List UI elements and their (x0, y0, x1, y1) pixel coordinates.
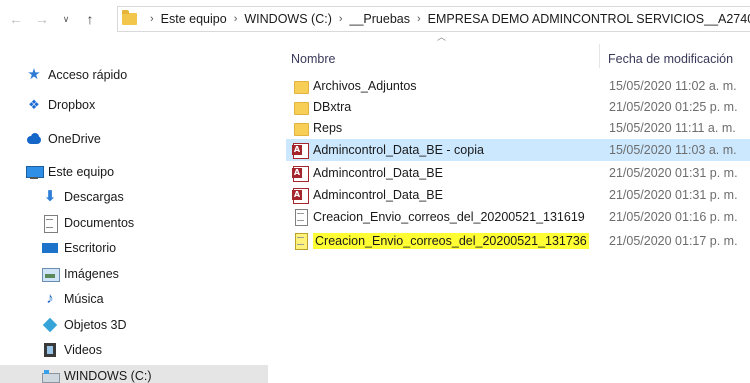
file-name-highlighted: Creacion_Envio_correos_del_20200521_1317… (313, 233, 589, 249)
breadcrumb-este-equipo[interactable]: Este equipo (161, 12, 227, 26)
navigation-pane: ★ Acceso rápido ❖ Dropbox OneDrive Este … (0, 40, 283, 383)
nav-item-label: Acceso rápido (48, 68, 128, 82)
breadcrumb-separator-icon[interactable]: › (417, 13, 421, 25)
breadcrumb-pruebas[interactable]: __Pruebas (350, 12, 410, 26)
downloads-icon: ⬇ (43, 188, 57, 205)
dropbox-icon: ❖ (28, 97, 40, 112)
file-date: 21/05/2020 01:16 p. m. (609, 210, 738, 224)
forward-arrow-icon[interactable]: → (34, 10, 50, 28)
folder-icon (292, 120, 309, 136)
file-row[interactable]: Creacion_Envio_correos_del_20200521_1317… (286, 230, 750, 252)
text-file-icon (292, 233, 308, 250)
breadcrumb-separator-icon[interactable]: › (150, 13, 154, 25)
access-database-icon (292, 165, 309, 182)
file-row-selected[interactable]: Admincontrol_Data_BE - copia 15/05/2020 … (286, 139, 750, 161)
address-row: ← → ∨ ↑ › Este equipo › WINDOWS (C:) › _… (0, 0, 750, 40)
nav-item-imagenes[interactable]: Imágenes (0, 263, 268, 285)
breadcrumb-empresa-demo[interactable]: EMPRESA DEMO ADMINCONTROL SERVICIOS__A27… (428, 12, 750, 26)
file-row[interactable]: Admincontrol_Data_BE 21/05/2020 01:31 p.… (286, 162, 750, 184)
quick-access-star-icon: ★ (27, 66, 41, 83)
nav-item-videos[interactable]: Videos (0, 339, 268, 361)
column-header-name[interactable]: Nombre (291, 52, 335, 66)
nav-item-quick-access[interactable]: ★ Acceso rápido (0, 64, 268, 86)
desktop-icon (42, 240, 58, 256)
file-row[interactable]: Archivos_Adjuntos 15/05/2020 11:02 a. m. (286, 75, 750, 97)
file-row[interactable]: Reps 15/05/2020 11:11 a. m. (286, 117, 750, 139)
nav-item-descargas[interactable]: ⬇ Descargas (0, 186, 268, 208)
nav-item-label: Este equipo (48, 165, 115, 179)
file-date: 15/05/2020 11:11 a. m. (609, 121, 736, 135)
file-name: Archivos_Adjuntos (313, 79, 417, 93)
nav-item-label: OneDrive (48, 132, 101, 146)
folder-icon (122, 10, 137, 25)
nav-item-label: WINDOWS (C:) (64, 369, 152, 383)
file-date: 15/05/2020 11:02 a. m. (609, 79, 737, 93)
file-name: Admincontrol_Data_BE (313, 188, 443, 202)
file-row[interactable]: DBxtra 21/05/2020 01:25 p. m. (286, 96, 750, 118)
folder-icon (292, 99, 309, 115)
breadcrumb-separator-icon[interactable]: › (234, 13, 238, 25)
drive-icon (42, 368, 60, 383)
file-date: 15/05/2020 11:03 a. m. (609, 143, 737, 157)
file-name: Creacion_Envio_correos_del_20200521_1316… (313, 210, 585, 224)
back-arrow-icon[interactable]: ← (8, 10, 24, 28)
this-pc-icon (26, 164, 44, 180)
breadcrumb-separator-icon[interactable]: › (339, 13, 343, 25)
nav-item-label: Dropbox (48, 98, 96, 112)
recent-locations-chevron-icon[interactable]: ∨ (58, 10, 74, 28)
nav-item-documentos[interactable]: Documentos (0, 212, 268, 234)
nav-item-este-equipo[interactable]: Este equipo (0, 161, 268, 183)
videos-icon (42, 342, 58, 358)
sort-ascending-caret-icon: ︿ (437, 32, 447, 42)
access-database-icon (292, 142, 309, 159)
file-row[interactable]: Admincontrol_Data_BE 21/05/2020 01:31 p.… (286, 184, 750, 206)
breadcrumb-windows-c[interactable]: WINDOWS (C:) (244, 12, 331, 26)
file-date: 21/05/2020 01:31 p. m. (609, 166, 738, 180)
nav-item-musica[interactable]: ♪ Música (0, 288, 268, 310)
file-date: 21/05/2020 01:17 p. m. (609, 234, 738, 248)
3d-objects-icon (42, 317, 58, 333)
nav-item-label: Imágenes (64, 267, 119, 281)
file-name: Admincontrol_Data_BE - copia (313, 143, 484, 157)
nav-item-objetos-3d[interactable]: Objetos 3D (0, 314, 268, 336)
music-icon: ♪ (46, 290, 54, 307)
nav-item-label: Música (64, 292, 104, 306)
nav-item-escritorio[interactable]: Escritorio (0, 237, 268, 259)
documents-icon (42, 215, 58, 233)
file-name: DBxtra (313, 100, 352, 114)
onedrive-cloud-icon (26, 131, 42, 147)
folder-icon (292, 78, 309, 94)
file-row[interactable]: Creacion_Envio_correos_del_20200521_1316… (286, 206, 750, 228)
nav-item-label: Escritorio (64, 241, 117, 255)
file-name: Reps (313, 121, 343, 135)
file-date: 21/05/2020 01:31 p. m. (609, 188, 738, 202)
access-database-icon (292, 187, 309, 204)
file-name: Admincontrol_Data_BE (313, 166, 443, 180)
nav-item-windows-c[interactable]: WINDOWS (C:) (0, 365, 268, 383)
nav-item-dropbox[interactable]: ❖ Dropbox (0, 94, 268, 116)
up-arrow-icon[interactable]: ↑ (82, 10, 98, 28)
file-date: 21/05/2020 01:25 p. m. (609, 100, 738, 114)
nav-item-label: Objetos 3D (64, 318, 127, 332)
column-divider[interactable] (599, 44, 600, 68)
address-bar[interactable]: › Este equipo › WINDOWS (C:) › __Pruebas… (117, 6, 750, 32)
text-file-icon (292, 209, 308, 226)
nav-item-label: Descargas (64, 190, 124, 204)
pictures-icon (42, 266, 60, 282)
nav-item-label: Videos (64, 343, 102, 357)
column-header-date[interactable]: Fecha de modificación (608, 52, 733, 66)
nav-item-label: Documentos (64, 216, 135, 230)
nav-item-onedrive[interactable]: OneDrive (0, 128, 268, 150)
